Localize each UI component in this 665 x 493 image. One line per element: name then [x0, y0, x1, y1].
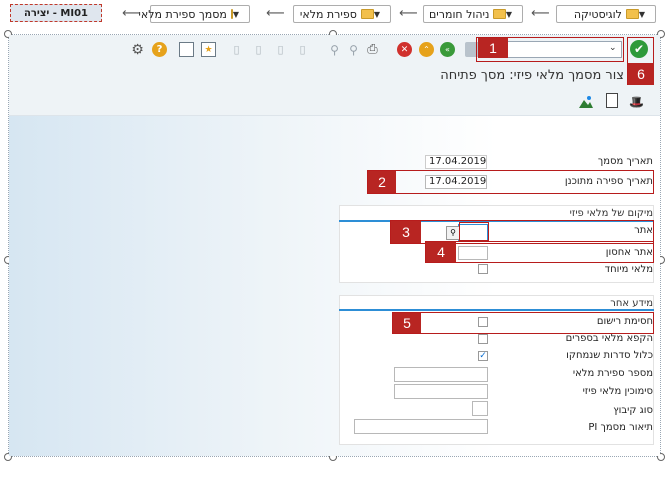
- folder-icon: [230, 9, 233, 19]
- grouping-type-field[interactable]: [472, 401, 488, 416]
- find-icon[interactable]: ⚲: [327, 42, 342, 57]
- include-deleted-batches-checkbox[interactable]: ✓: [478, 351, 488, 361]
- freeze-book-inventory-checkbox[interactable]: [478, 334, 488, 344]
- breadcrumb-materials-management[interactable]: ▼ ניהול חומרים: [423, 5, 523, 23]
- other-section-title: מידע אחר: [610, 298, 653, 309]
- transaction-badge: MI01 - יצירה: [10, 4, 102, 22]
- breadcrumb-phys-inv-document[interactable]: ▼ מסמך ספירת מלאי: [138, 5, 250, 23]
- find-next-icon[interactable]: ⚲: [346, 42, 361, 57]
- pi-document-description-label: תיאור מסמך PI: [588, 422, 653, 433]
- location-section-title: מיקום של מלאי פיזי: [569, 208, 653, 219]
- special-stock-field[interactable]: [478, 264, 488, 274]
- arrow-left-icon: ⟵: [266, 6, 285, 21]
- callout-box-2: [367, 170, 654, 194]
- callout-number-6: 6: [628, 63, 654, 85]
- chevron-down-icon: ▼: [638, 9, 645, 19]
- callout-number-3: 3: [391, 221, 421, 243]
- prev-page-icon[interactable]: ▯: [251, 42, 266, 57]
- callout-number-5: 5: [393, 313, 421, 333]
- breadcrumb-label: ספירת מלאי: [299, 7, 357, 21]
- hat-icon[interactable]: 🎩: [629, 95, 644, 109]
- document-date-field[interactable]: 17.04.2019: [425, 155, 487, 169]
- exit-icon[interactable]: ⌃: [419, 42, 434, 57]
- callout-box-5: [392, 312, 654, 334]
- breadcrumb-logistics[interactable]: ▼ לוגיסטיקה: [556, 5, 656, 23]
- chevron-down-icon: ▼: [373, 9, 380, 19]
- folder-icon: [360, 9, 374, 19]
- phys-inv-reference-label: סימוכין מלאי פיזי: [582, 386, 653, 397]
- arrow-left-icon: ⟵: [399, 6, 418, 21]
- back-icon[interactable]: «: [440, 42, 455, 57]
- breadcrumb-label: ניהול חומרים: [429, 7, 490, 21]
- include-deleted-batches-label: כלול סדרות שנמחקו: [566, 350, 653, 361]
- last-page-icon[interactable]: ▯: [295, 42, 310, 57]
- pi-document-description-field[interactable]: [354, 419, 488, 434]
- first-page-icon[interactable]: ▯: [229, 42, 244, 57]
- folder-icon: [625, 9, 639, 19]
- application-toolbar: 🎩: [9, 89, 660, 116]
- shortcut-icon[interactable]: ★: [201, 42, 216, 57]
- breadcrumb-physical-inventory[interactable]: ▼ ספירת מלאי: [293, 5, 391, 23]
- chevron-down-icon: ▼: [505, 9, 512, 19]
- arrow-left-icon: ⟵: [122, 6, 141, 21]
- transaction-label: MI01 - יצירה: [23, 7, 88, 19]
- phys-inv-number-field[interactable]: [394, 367, 488, 382]
- breadcrumb-label: מסמך ספירת מלאי: [138, 7, 227, 21]
- folder-icon: [493, 9, 506, 19]
- grouping-type-label: סוג קיבוץ: [613, 405, 653, 416]
- phys-inv-reference-field[interactable]: [394, 384, 488, 399]
- next-page-icon[interactable]: ▯: [273, 42, 288, 57]
- arrow-left-icon: ⟵: [531, 6, 550, 21]
- page-title: צור מסמך מלאי פיזי: מסך פתיחה: [440, 68, 624, 83]
- phys-inv-number-label: מספר ספירת מלאי: [572, 368, 653, 379]
- callout-number-1: 1: [478, 38, 508, 58]
- section-divider: [339, 309, 654, 311]
- callout-box-4: [425, 241, 654, 263]
- plant-field-highlight: [459, 222, 489, 241]
- freeze-book-inventory-label: הקפא מלאי בספרים: [565, 333, 653, 344]
- callout-number-2: 2: [368, 171, 396, 193]
- image-icon[interactable]: [579, 93, 593, 108]
- help-icon[interactable]: ?: [152, 42, 167, 57]
- breadcrumb-label: לוגיסטיקה: [573, 7, 622, 21]
- cancel-icon[interactable]: ✕: [397, 42, 412, 57]
- document-date-label: תאריך מסמך: [597, 156, 653, 167]
- document-icon[interactable]: [606, 93, 618, 108]
- print-icon[interactable]: ⎙: [365, 42, 380, 57]
- callout-number-4: 4: [426, 242, 456, 262]
- settings-icon[interactable]: ⚙: [130, 42, 145, 58]
- create-session-icon[interactable]: [179, 42, 194, 57]
- chevron-down-icon: ▼: [232, 9, 239, 19]
- title-bar: צור מסמך מלאי פיזי: מסך פתיחה: [9, 65, 660, 89]
- special-stock-label: מלאי מיוחד: [604, 264, 653, 275]
